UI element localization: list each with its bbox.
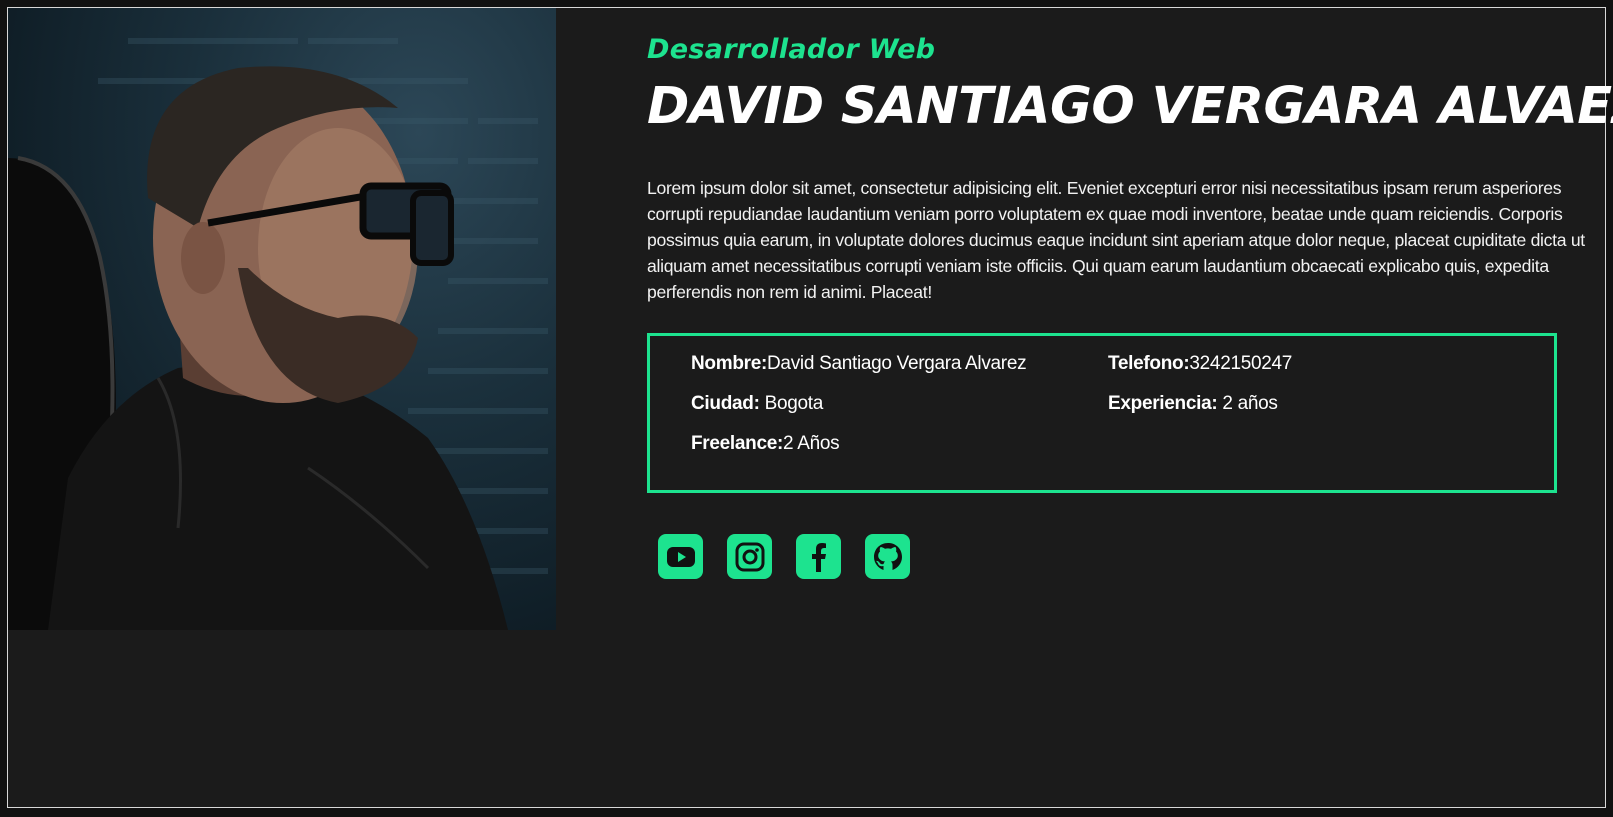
info-telefono: Telefono:3242150247 bbox=[1108, 353, 1292, 375]
instagram-icon bbox=[735, 542, 764, 571]
info-experiencia: Experiencia: 2 años bbox=[1108, 393, 1278, 415]
job-title: Desarrollador Web bbox=[647, 34, 936, 65]
nombre-label: Nombre: bbox=[691, 353, 768, 374]
freelance-value: 2 Años bbox=[783, 433, 840, 454]
info-nombre: Nombre:David Santiago Vergara Alvarez bbox=[691, 353, 1027, 375]
youtube-link[interactable] bbox=[658, 534, 703, 579]
ciudad-value: Bogota bbox=[759, 393, 824, 414]
freelance-label: Freelance: bbox=[691, 433, 784, 454]
experiencia-value: 2 años bbox=[1217, 393, 1278, 414]
facebook-icon bbox=[811, 542, 826, 572]
telefono-value: 3242150247 bbox=[1189, 353, 1293, 374]
social-links bbox=[658, 534, 910, 579]
youtube-icon bbox=[666, 546, 695, 567]
github-icon bbox=[873, 542, 902, 570]
code-background bbox=[8, 38, 548, 630]
bio-paragraph: Lorem ipsum dolor sit amet, consectetur … bbox=[647, 178, 1585, 303]
info-freelance: Freelance:2 Años bbox=[691, 433, 840, 455]
telefono-label: Telefono: bbox=[1108, 353, 1190, 374]
info-box: Nombre:David Santiago Vergara Alvarez Te… bbox=[647, 333, 1557, 493]
profile-photo bbox=[8, 8, 556, 630]
instagram-link[interactable] bbox=[727, 534, 772, 579]
info-ciudad: Ciudad: Bogota bbox=[691, 393, 823, 415]
nombre-value: David Santiago Vergara Alvarez bbox=[767, 353, 1027, 374]
hero-content: Desarrollador Web DAVID SANTIAGO VERGARA… bbox=[647, 30, 1613, 305]
github-link[interactable] bbox=[865, 534, 910, 579]
full-name-heading: DAVID SANTIAGO VERGARA ALVAEZ bbox=[647, 77, 1613, 136]
experiencia-label: Experiencia: bbox=[1108, 393, 1218, 414]
ciudad-label: Ciudad: bbox=[691, 393, 760, 414]
facebook-link[interactable] bbox=[796, 534, 841, 579]
